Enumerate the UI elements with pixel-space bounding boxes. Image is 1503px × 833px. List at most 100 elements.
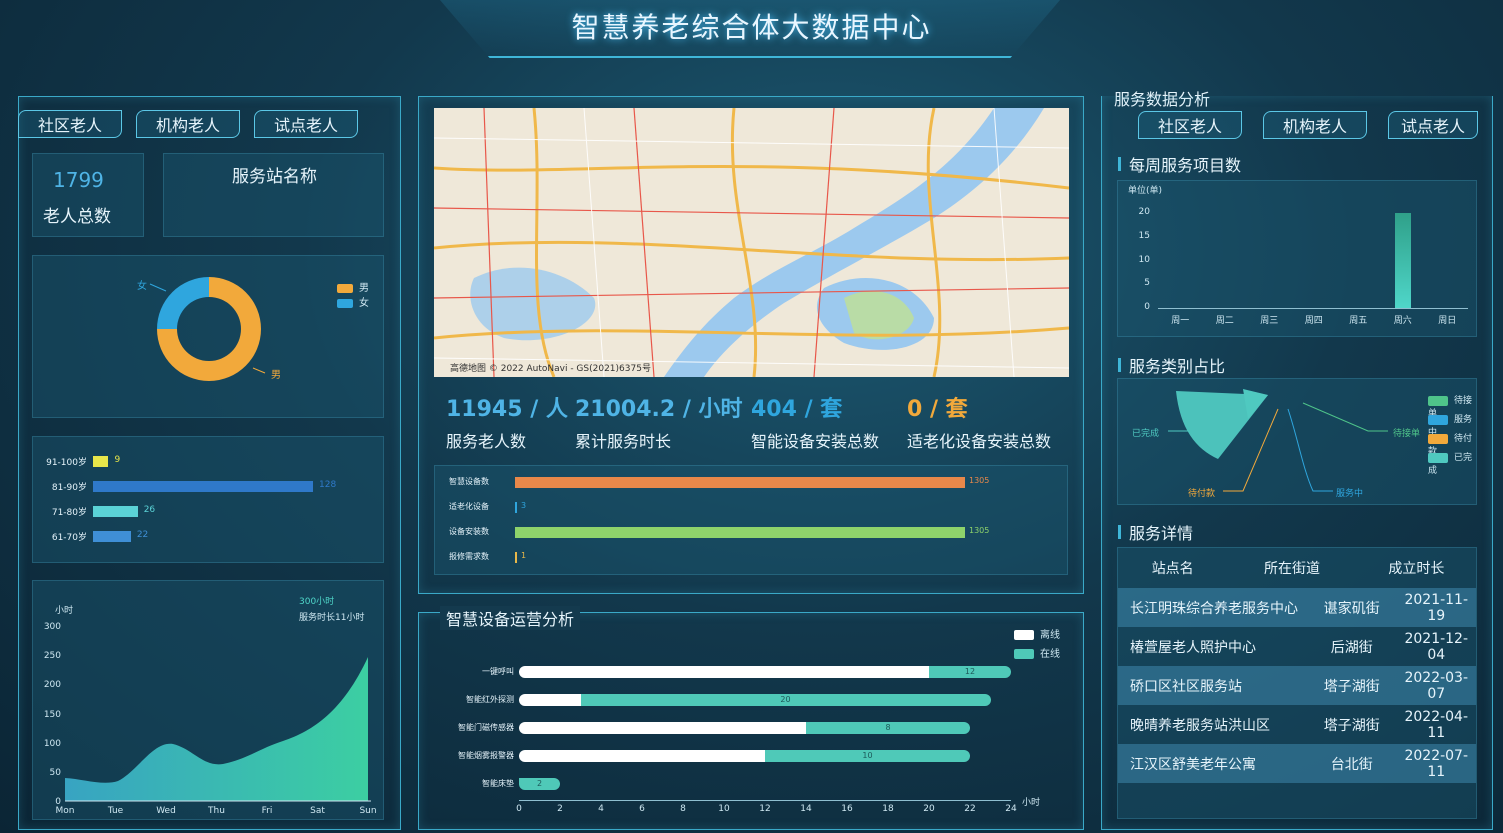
ops-x-tick: 20 xyxy=(923,804,935,814)
device-bar-value: 1305 xyxy=(969,476,990,485)
hours-y-tick: 300 xyxy=(43,622,61,632)
stat-value: 11945 / 人 xyxy=(446,397,568,422)
ops-x-tick: 24 xyxy=(1005,804,1017,814)
tab-institution-elders[interactable]: 机构老人 xyxy=(136,110,240,138)
category-chart-card: 已完成 待接单 待付款 服务中 待接单服务中待付款已完成 xyxy=(1117,378,1477,505)
table-row[interactable]: 硚口区社区服务站 塔子湖街 2022-03-07 xyxy=(1118,666,1476,705)
completed-label: 已完成 xyxy=(1132,429,1160,439)
device-bar-label: 适老化设备 xyxy=(449,502,489,511)
ops-legend-online-swatch xyxy=(1014,649,1034,659)
hours-y-tick: 100 xyxy=(43,738,61,749)
weekly-y-tick: 10 xyxy=(1138,254,1150,265)
weekly-x-tick: 周四 xyxy=(1304,316,1323,326)
hours-y-tick: 50 xyxy=(49,768,61,778)
gender-chart-card: 女 男 男 女 xyxy=(32,255,384,418)
weekly-y-tick: 0 xyxy=(1144,302,1150,313)
table-row[interactable]: 椿萱屋老人照护中心 后湖街 2021-12-04 xyxy=(1118,627,1476,666)
age-row-label: 61-70岁 xyxy=(51,533,87,543)
ops-x-tick: 8 xyxy=(680,804,686,814)
age-row-label: 91-100岁 xyxy=(46,458,87,468)
details-header-row: 站点名 所在街道 成立时长 xyxy=(1118,548,1476,588)
serving-leader xyxy=(1287,408,1333,492)
ops-unit-label: 小时 xyxy=(1022,798,1041,808)
hours-y-tick: 150 xyxy=(43,709,61,720)
table-cell: 谌家矶街 xyxy=(1323,600,1380,617)
ops-offline-bar xyxy=(519,722,812,734)
category-legend-swatch xyxy=(1428,395,1448,406)
ops-x-tick: 14 xyxy=(800,804,812,814)
ops-online-bar: 10 xyxy=(765,750,970,762)
elder-total-label: 老人总数 xyxy=(43,207,111,227)
weekly-x-tick: 周三 xyxy=(1260,316,1279,326)
pending-leader xyxy=(1302,402,1388,432)
tab-right-institution-elders[interactable]: 机构老人 xyxy=(1263,111,1367,139)
hours-area-chart xyxy=(65,657,371,802)
hours-area xyxy=(65,657,368,801)
ops-offline-bar xyxy=(519,666,935,678)
ops-row-label: 智能门磁传感器 xyxy=(458,723,514,732)
weekly-unit-label: 单位(单) xyxy=(1128,186,1163,196)
ops-x-tick: 6 xyxy=(639,804,645,814)
ops-online-bar: 2 xyxy=(519,778,560,790)
ops-legend-offline: 离线 xyxy=(1014,626,1060,641)
map-roads xyxy=(434,108,1069,377)
station-name-card: 服务站名称 xyxy=(163,153,384,237)
weekly-title-marker xyxy=(1118,157,1121,171)
age-row-value: 26 xyxy=(143,505,156,515)
hours-x-tick: Fri xyxy=(261,806,273,816)
age-row-label: 81-90岁 xyxy=(51,483,87,493)
device-bar xyxy=(515,502,517,513)
legend-female-swatch xyxy=(337,298,353,308)
ops-legend-online: 在线 xyxy=(1014,645,1060,660)
tab-pilot-elders[interactable]: 试点老人 xyxy=(254,110,358,138)
left-tabs: 社区老人 机构老人 试点老人 xyxy=(18,110,401,140)
hours-chart-card: 小时 300小时 服务时长11小时 300 250 200 150 100 50 0 Mon… xyxy=(32,580,384,820)
age-row-value: 9 xyxy=(114,455,121,465)
weekly-x-tick: 周二 xyxy=(1215,316,1234,326)
ops-x-axis xyxy=(519,800,1011,801)
details-header-age: 成立时长 xyxy=(1388,561,1445,577)
age-row-bar xyxy=(93,531,131,542)
details-header-site: 站点名 xyxy=(1151,561,1194,577)
device-bar-value: 3 xyxy=(521,501,527,510)
weekly-chart-card: 单位(单) 20 15 10 5 0 周一 周二 周三 周四 周五 周六 周日 xyxy=(1117,180,1477,337)
ops-offline-bar xyxy=(519,750,771,762)
ops-row-label: 智能烟雾报警器 xyxy=(458,751,514,760)
age-row-value: 128 xyxy=(319,480,337,490)
category-title: 服务类别占比 xyxy=(1118,353,1225,377)
device-bar-value: 1305 xyxy=(969,526,990,535)
hours-x-tick: Thu xyxy=(208,806,225,816)
legend-male-swatch xyxy=(337,283,353,293)
ops-legend-offline-swatch xyxy=(1014,630,1034,640)
table-row[interactable]: 江汉区舒美老年公寓 台北街 2022-07-11 xyxy=(1118,744,1476,783)
weekly-x-tick: 周五 xyxy=(1349,316,1368,326)
map-view[interactable]: 高德地图 © 2022 AutoNavi - GS(2021)6375号 xyxy=(434,108,1069,377)
device-bar xyxy=(515,477,965,488)
legend-female-label: 女 xyxy=(359,298,369,309)
age-row-label: 71-80岁 xyxy=(51,508,87,518)
female-leader-line xyxy=(149,283,167,292)
tab-right-pilot-elders[interactable]: 试点老人 xyxy=(1388,111,1478,139)
details-title: 服务详情 xyxy=(1118,520,1193,544)
age-chart-card: 91-100岁 9 81-90岁 128 71-80岁 26 61-70岁 22 xyxy=(32,436,384,563)
tab-community-elders[interactable]: 社区老人 xyxy=(18,110,122,138)
device-bar-label: 设备安装数 xyxy=(449,527,489,536)
table-row[interactable]: 晚晴养老服务站洪山区 塔子湖街 2022-04-11 xyxy=(1118,705,1476,744)
details-title-text: 服务详情 xyxy=(1129,524,1194,543)
ops-offline-bar xyxy=(519,694,587,706)
device-bar-value: 1 xyxy=(521,551,527,560)
tab-right-community-elders[interactable]: 社区老人 xyxy=(1138,111,1242,139)
weekly-bar xyxy=(1394,213,1411,308)
table-cell: 长江明珠综合养老服务中心 xyxy=(1130,600,1298,617)
table-cell: 塔子湖街 xyxy=(1323,678,1380,695)
ops-x-tick: 4 xyxy=(598,804,604,814)
hours-y-tick: 200 xyxy=(43,680,61,691)
station-name-label: 服务站名称 xyxy=(232,167,317,187)
ops-x-tick: 18 xyxy=(882,804,894,814)
table-row[interactable]: 长江明珠综合养老服务中心 谌家矶街 2021-11-19 xyxy=(1118,588,1476,627)
elder-total-card: 1799 老人总数 xyxy=(32,153,144,237)
weekly-x-tick: 周日 xyxy=(1438,316,1457,326)
ops-x-tick: 10 xyxy=(718,804,730,814)
page-title: 智慧养老综合体大数据中心 xyxy=(571,11,932,44)
table-cell: 后湖街 xyxy=(1330,639,1373,656)
